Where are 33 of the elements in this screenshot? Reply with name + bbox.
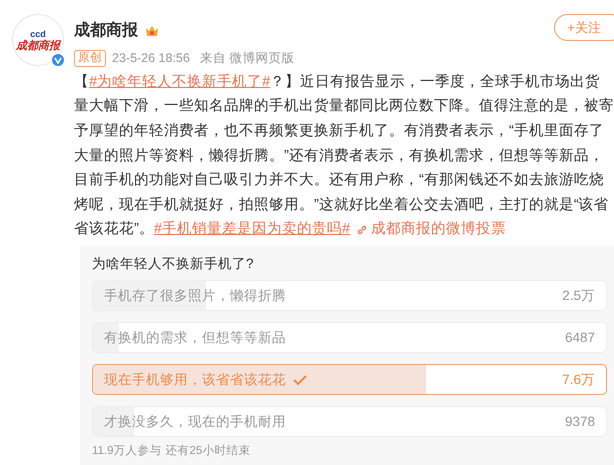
poll-option[interactable]: 现在手机够用，该省省该花花 7.6万 (92, 364, 607, 396)
option-label: 现在手机够用，该省省该花花 (104, 370, 286, 389)
body-text: 予厚望的年轻消费者，也不再频繁更换新手机了。有消费者表示，“手机里面存了 (74, 122, 604, 141)
original-badge: 原创 (74, 50, 106, 67)
body-text: 【 (74, 72, 89, 92)
body-text: 大量的照片等资料，懒得折腾。”还有消费者表示，有换机需求，但想等等新品， (74, 146, 604, 166)
poll-option[interactable]: 才换没多久，现在的手机耐用 9378 (92, 406, 607, 438)
body-text: 量大幅下滑，一些知名品牌的手机出货量都同比两位数下降。值得注意的是，被寄 (74, 96, 614, 116)
post-source: 来自 微博网页版 (200, 50, 294, 67)
poll-option[interactable]: 有换机的需求，但想等等新品 6487 (92, 322, 607, 354)
participant-count: 11.9万人参与 (92, 444, 162, 460)
option-label: 才换没多久，现在的手机耐用 (104, 412, 286, 431)
logo-text: 成都商报 (16, 38, 60, 52)
poll-option[interactable]: 手机存了很多照片，懒得折腾 2.5万 (92, 280, 607, 312)
body-text: ？】近日有报告显示，一季度，全球手机市场出货 (270, 72, 600, 92)
body-text: 省该花花”。 (74, 220, 154, 240)
vote-count: 7.6万 (562, 370, 595, 389)
author-name: 成都商报 (74, 20, 138, 41)
logo-mark: ccd (30, 28, 46, 38)
post-time: 23-5-26 18:56 (112, 50, 190, 67)
vote-count: 6487 (564, 328, 595, 347)
link-icon (356, 224, 368, 236)
time-remaining: 还有25小时结束 (166, 444, 250, 460)
check-icon (292, 372, 308, 387)
poll-title: 为啥年轻人不换新手机了? (92, 254, 255, 273)
vote-count: 2.5万 (562, 286, 595, 305)
option-label: 有换机的需求，但想等等新品 (104, 328, 286, 347)
option-label: 手机存了很多照片，懒得折腾 (104, 286, 286, 305)
follow-button[interactable]: +关注 (554, 14, 614, 41)
body-text: 烤呢，现在手机就挺好，拍照够用。”这就好比坐着公交去酒吧，主打的就是“该省 (74, 196, 609, 215)
vote-link[interactable]: 成都商报的微博投票 (371, 217, 506, 242)
vote-count: 9378 (564, 412, 595, 431)
body-text: 目前手机的功能对自己吸引力并不大。还有用户称，“有那闲钱还不如去旅游吃烧 (74, 170, 604, 190)
